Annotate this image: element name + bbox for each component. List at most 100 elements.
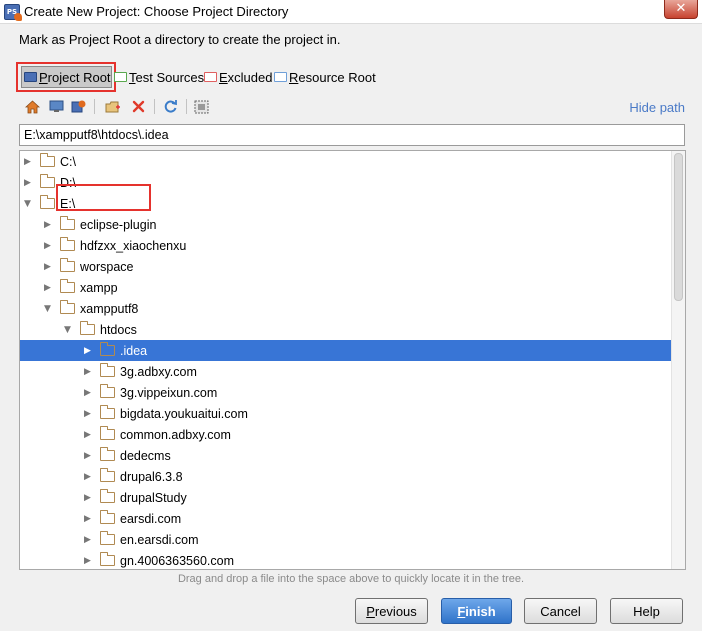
tree-row[interactable]: ▶ xampp <box>20 277 671 298</box>
close-button[interactable]: ✕ <box>664 0 698 19</box>
expand-arrow-right-icon[interactable]: ▶ <box>83 409 92 419</box>
tree-row-label: en.earsdi.com <box>120 532 199 547</box>
tree-row-label: bigdata.youkuaitui.com <box>120 406 248 421</box>
tree-row-label: gn.4006363560.com <box>120 553 234 568</box>
test-sources-folder-icon <box>114 72 127 82</box>
drag-drop-hint: Drag and drop a file into the space abov… <box>177 573 525 585</box>
expand-arrow-right-icon[interactable]: ▶ <box>23 178 32 188</box>
tree-row[interactable]: ▶ bigdata.youkuaitui.com <box>20 403 671 424</box>
tree-row-label: xampp <box>80 280 118 295</box>
tree-row-label: xampputf8 <box>80 301 139 316</box>
folder-icon <box>99 405 115 419</box>
tree-row[interactable]: ▶ earsdi.com <box>20 508 671 529</box>
tree-row-selected[interactable]: ▶ .idea <box>20 340 671 361</box>
new-folder-icon[interactable] <box>104 98 121 115</box>
tree-row[interactable]: ▶ worspace <box>20 256 671 277</box>
folder-icon <box>99 552 115 566</box>
home-icon[interactable] <box>24 98 41 115</box>
tree-row[interactable]: ▶ common.adbxy.com <box>20 424 671 445</box>
expand-arrow-right-icon[interactable]: ▶ <box>83 514 92 524</box>
title-bar: PS Create New Project: Choose Project Di… <box>0 0 702 24</box>
folder-icon <box>99 489 115 503</box>
toolbar-separator <box>186 99 187 114</box>
tree-row-label: 3g.adbxy.com <box>120 364 197 379</box>
desktop-icon[interactable] <box>48 98 65 115</box>
folder-icon <box>79 321 95 335</box>
tree-row[interactable]: ▶ en.earsdi.com <box>20 529 671 550</box>
show-hidden-icon[interactable] <box>193 98 210 115</box>
tree-row-label: dedecms <box>120 448 171 463</box>
expand-arrow-right-icon[interactable]: ▶ <box>83 451 92 461</box>
excluded-folder-icon <box>204 72 217 82</box>
refresh-icon[interactable] <box>162 98 179 115</box>
hide-path-link[interactable]: Hide path <box>629 100 685 115</box>
tree-row-label: C:\ <box>60 154 76 169</box>
cancel-button[interactable]: Cancel <box>524 598 597 624</box>
expand-arrow-right-icon[interactable]: ▶ <box>83 556 92 566</box>
tree-row-label: earsdi.com <box>120 511 182 526</box>
tree-row-label: eclipse-plugin <box>80 217 157 232</box>
tree-row[interactable]: ▶ hdfzxx_xiaochenxu <box>20 235 671 256</box>
tree-row[interactable]: ▶ gn.4006363560.com <box>20 550 671 569</box>
tree-row[interactable]: ▶ C:\ <box>20 151 671 172</box>
finish-button[interactable]: Finish <box>441 598 512 624</box>
mark-resource-root-button[interactable]: Resource Root <box>274 68 376 86</box>
expand-arrow-right-icon[interactable]: ▶ <box>23 157 32 167</box>
tree-row[interactable]: ▶ 3g.vippeixun.com <box>20 382 671 403</box>
expand-arrow-right-icon[interactable]: ▶ <box>83 430 92 440</box>
delete-icon[interactable] <box>130 98 147 115</box>
directory-tree[interactable]: ▶ C:\ ▶ D:\ ▼ E:\ ▶ eclipse-plugin ▶ hdfzxx_xiaoc… <box>19 150 686 570</box>
expand-arrow-right-icon[interactable]: ▶ <box>43 220 52 230</box>
expand-arrow-down-icon[interactable]: ▼ <box>43 304 52 314</box>
tree-scrollbar[interactable] <box>671 151 685 569</box>
tree-row-label: htdocs <box>100 322 137 337</box>
mark-excluded-button[interactable]: Excluded <box>204 68 272 86</box>
scrollbar-thumb[interactable] <box>674 153 683 301</box>
tree-row[interactable]: ▶ D:\ <box>20 172 671 193</box>
tree-row[interactable]: ▶ dedecms <box>20 445 671 466</box>
toolbar-separator <box>154 99 155 114</box>
folder-icon <box>99 468 115 482</box>
path-input[interactable]: E:\xampputf8\htdocs\.idea <box>19 124 685 146</box>
folder-icon <box>59 216 75 230</box>
file-chooser-toolbar <box>22 97 222 117</box>
folder-icon <box>39 153 55 167</box>
tree-row[interactable]: ▶ drupal6.3.8 <box>20 466 671 487</box>
tree-row[interactable]: ▼ E:\ <box>20 193 671 214</box>
expand-arrow-right-icon[interactable]: ▶ <box>43 241 52 251</box>
tree-row-label: E:\ <box>60 196 76 211</box>
tree-row[interactable]: ▶ drupalStudy <box>20 487 671 508</box>
description-text: Mark as Project Root a directory to crea… <box>19 32 341 47</box>
tree-row-label: 3g.vippeixun.com <box>120 385 218 400</box>
expand-arrow-right-icon[interactable]: ▶ <box>43 283 52 293</box>
expand-arrow-right-icon[interactable]: ▶ <box>43 262 52 272</box>
tree-row[interactable]: ▶ 3g.adbxy.com <box>20 361 671 382</box>
folder-icon <box>99 384 115 398</box>
mark-excluded-label: Excluded <box>219 69 273 85</box>
mark-as-bar: Project Root Test Sources Excluded Resou… <box>16 62 436 92</box>
expand-arrow-right-icon[interactable]: ▶ <box>83 472 92 482</box>
tree-row-label: D:\ <box>60 175 76 190</box>
resource-root-folder-icon <box>274 72 287 82</box>
help-button[interactable]: Help <box>610 598 683 624</box>
expand-arrow-down-icon[interactable]: ▼ <box>23 199 32 209</box>
window-title: Create New Project: Choose Project Direc… <box>24 4 289 19</box>
expand-arrow-right-icon[interactable]: ▶ <box>83 535 92 545</box>
tree-row-label: common.adbxy.com <box>120 427 231 442</box>
expand-arrow-down-icon[interactable]: ▼ <box>63 325 72 335</box>
project-icon[interactable] <box>70 98 87 115</box>
previous-button[interactable]: Previous <box>355 598 428 624</box>
expand-arrow-right-icon[interactable]: ▶ <box>83 367 92 377</box>
folder-icon <box>99 447 115 461</box>
tree-row-label: drupalStudy <box>120 490 187 505</box>
mark-test-sources-button[interactable]: Test Sources <box>114 68 204 86</box>
tree-row[interactable]: ▶ eclipse-plugin <box>20 214 671 235</box>
expand-arrow-right-icon[interactable]: ▶ <box>83 346 92 356</box>
tree-row[interactable]: ▼ htdocs <box>20 319 671 340</box>
expand-arrow-right-icon[interactable]: ▶ <box>83 388 92 398</box>
folder-icon <box>59 279 75 293</box>
expand-arrow-right-icon[interactable]: ▶ <box>83 493 92 503</box>
tree-row[interactable]: ▼ xampputf8 <box>20 298 671 319</box>
folder-icon <box>99 510 115 524</box>
highlight-project-root <box>16 62 116 92</box>
